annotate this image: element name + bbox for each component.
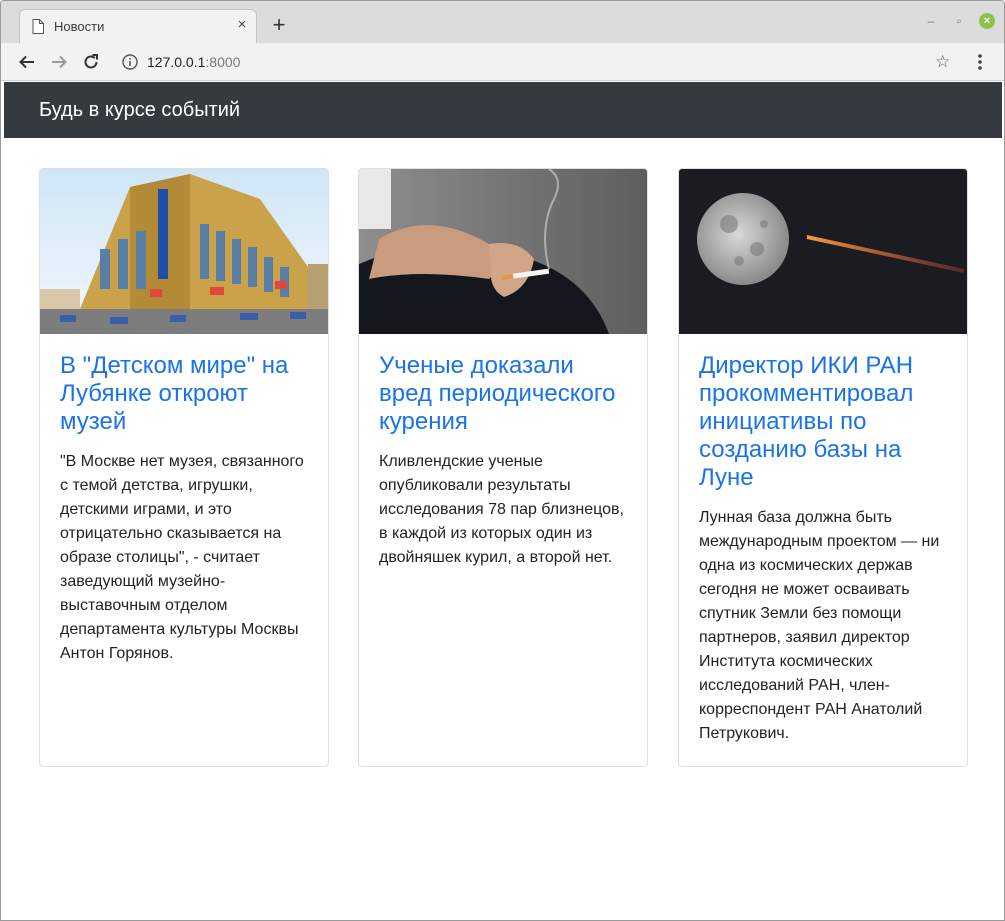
info-icon[interactable] (121, 53, 139, 71)
address-bar[interactable]: 127.0.0.1:8000 (147, 54, 240, 70)
moon-photo[interactable] (679, 169, 967, 334)
back-icon[interactable] (15, 50, 39, 74)
news-card: В "Детском мире" на Лубянке откроют музе… (39, 168, 329, 767)
browser-toolbar: 127.0.0.1:8000 ☆ (1, 43, 1004, 81)
card-text: Кливлендские ученые опубликовали результ… (379, 453, 624, 566)
card-text: Лунная база должна быть международным пр… (699, 509, 940, 742)
card-title[interactable]: Директор ИКИ РАН прокомментировал инициа… (699, 352, 949, 492)
new-tab-button[interactable]: + (267, 13, 291, 37)
tab-title: Новости (54, 19, 105, 34)
close-tab-icon[interactable]: × (234, 17, 250, 33)
card-title[interactable]: Ученые доказали вред периодического куре… (379, 352, 629, 436)
page-icon (32, 19, 44, 34)
building-photo[interactable] (40, 169, 328, 334)
minimize-icon[interactable]: – (923, 13, 939, 29)
close-window-icon[interactable]: × (979, 13, 995, 29)
tab-strip: Новости × + – ▫ × (1, 1, 1004, 43)
card-body: Директор ИКИ РАН прокомментировал инициа… (699, 352, 949, 746)
cigarette-photo[interactable] (359, 169, 647, 334)
card-text: "В Москве нет музея, связанного с темой … (60, 453, 304, 662)
forward-icon[interactable] (47, 50, 71, 74)
restore-icon[interactable]: ▫ (951, 13, 967, 29)
reload-icon[interactable] (79, 50, 103, 74)
news-card: Ученые доказали вред периодического куре… (358, 168, 648, 767)
card-body: В "Детском мире" на Лубянке откроют музе… (60, 352, 310, 666)
browser-window: Новости × + – ▫ × 127.0.0.1:8000 ☆ Будь … (0, 0, 1005, 921)
url-host: 127.0.0.1 (147, 54, 206, 70)
news-card: Директор ИКИ РАН прокомментировал инициа… (678, 168, 968, 767)
tab-news[interactable]: Новости × (19, 9, 257, 43)
card-title[interactable]: В "Детском мире" на Лубянке откроют музе… (60, 352, 310, 436)
site-brand[interactable]: Будь в курсе событий (39, 99, 240, 122)
menu-icon[interactable] (975, 52, 985, 72)
url-port: :8000 (205, 54, 241, 70)
bookmark-star-icon[interactable]: ☆ (935, 52, 950, 72)
card-body: Ученые доказали вред периодического куре… (379, 352, 629, 570)
site-navbar: Будь в курсе событий (4, 82, 1002, 138)
